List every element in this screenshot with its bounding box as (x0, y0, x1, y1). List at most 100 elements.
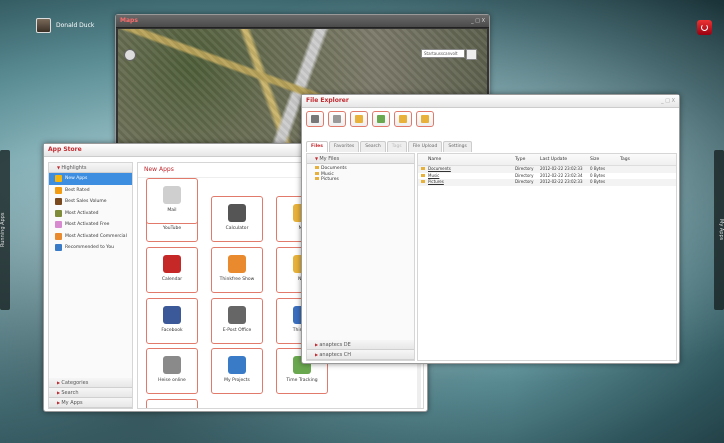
folder-upload-button[interactable] (394, 111, 412, 127)
highlights-header[interactable]: Highlights (49, 163, 132, 173)
tab-favorites[interactable]: Favorites (328, 141, 360, 152)
my-files-header[interactable]: My Files (307, 154, 414, 164)
app-label: Heise online (158, 378, 186, 383)
folder-icon (421, 180, 425, 183)
app-tile[interactable]: Facebook (146, 298, 198, 344)
app-tile[interactable] (146, 399, 198, 408)
folder-icon (315, 171, 319, 175)
app-icon (163, 186, 181, 204)
app-label: YouTube (162, 226, 182, 231)
tree-folder-label: Documents (321, 166, 347, 171)
upload-button[interactable] (372, 111, 390, 127)
categories-section[interactable]: Categories (49, 378, 132, 388)
folder-upload-icon (399, 115, 407, 123)
app-label: My Projects (224, 378, 250, 383)
highlight-item[interactable]: Best Rated (49, 185, 132, 197)
bag-icon (55, 232, 62, 240)
tab-settings[interactable]: Settings (443, 141, 472, 152)
tools-icon (311, 115, 319, 123)
puzzle-icon (55, 209, 62, 217)
maps-title: Maps (120, 17, 138, 24)
highlight-label: Best Rated (65, 187, 90, 193)
highlight-item[interactable]: Recommended to You (49, 242, 132, 254)
app-icon (228, 204, 246, 222)
app-tile[interactable]: Thinkfree Show (211, 247, 263, 293)
file-explorer-titlebar[interactable]: File Explorer _ □ X (302, 95, 679, 108)
upload-icon (377, 115, 385, 123)
my-apps-tab[interactable]: My Apps (714, 150, 724, 310)
my-apps-section[interactable]: My Apps (49, 398, 132, 408)
app-tile[interactable]: Calculator (211, 196, 263, 242)
app-label: Time Tracking (286, 378, 318, 383)
tree-folder[interactable]: Pictures (315, 177, 414, 183)
file-explorer-window[interactable]: File Explorer _ □ X Files Favorites Search… (301, 94, 680, 364)
column-name[interactable]: Name (428, 154, 515, 165)
clipboard-button[interactable] (350, 111, 368, 127)
app-icon (163, 356, 181, 374)
app-tile[interactable]: Heise online (146, 348, 198, 394)
file-size: 0 Bytes (590, 179, 606, 184)
app-label: Thinkfree Show (219, 277, 255, 282)
highlight-label: Most Activated Free (65, 222, 110, 228)
maps-titlebar[interactable]: Maps _ □ X (116, 15, 489, 28)
map-search-input[interactable]: Startausscanvolt (421, 49, 465, 58)
column-tags[interactable]: Tags (620, 154, 660, 165)
app-label: Calculator (225, 226, 249, 231)
file-toolbar (306, 111, 434, 129)
star-icon (55, 186, 62, 194)
folders-button[interactable] (416, 111, 434, 127)
column-type[interactable]: Type (515, 154, 540, 165)
user-badge[interactable]: Donald Duck (36, 18, 94, 33)
file-name-link[interactable]: Documents (428, 166, 451, 171)
app-tile[interactable]: My Projects (211, 348, 263, 394)
document-icon (333, 115, 341, 123)
tab-file-upload[interactable]: File Upload (407, 141, 443, 152)
highlight-item[interactable]: Most Activated (49, 208, 132, 220)
app-icon (163, 306, 181, 324)
anaptecs-ch-section[interactable]: anaptecs CH (307, 350, 414, 360)
column-last-update[interactable]: Last Update (540, 154, 590, 165)
tab-files[interactable]: Files (306, 141, 328, 152)
file-name-link[interactable]: Pictures (428, 179, 444, 184)
app-tile[interactable]: E-Post Office (211, 298, 263, 344)
file-name-link[interactable]: Music (428, 173, 439, 178)
tab-tags: Tags (386, 141, 407, 152)
file-table: Name Type Last Update Size Tags Document… (417, 153, 677, 361)
app-label: Calendar (161, 277, 183, 282)
highlight-label: Most Activated Commercial (65, 233, 127, 239)
anaptecs-de-section[interactable]: anaptecs DE (307, 340, 414, 350)
app-tile[interactable]: Calendar (146, 247, 198, 293)
map-layer-button[interactable] (466, 49, 477, 60)
folder-tree-panel: My Files DocumentsMusicPictures anaptecs… (306, 153, 415, 361)
document-button[interactable] (328, 111, 346, 127)
tools-button[interactable] (306, 111, 324, 127)
app-store-sidebar: Highlights New Apps Best Rated Best Sales … (48, 162, 133, 409)
file-updated: 2012-02-22 23:02:33 (540, 179, 583, 184)
column-size[interactable]: Size (590, 154, 620, 165)
folder-icon (421, 173, 425, 177)
file-explorer-title: File Explorer (306, 97, 349, 104)
running-apps-tab[interactable]: Running Apps (0, 150, 10, 310)
power-button[interactable] (697, 20, 712, 35)
brain-icon (55, 221, 62, 229)
highlight-item[interactable]: Best Sales Volume (49, 196, 132, 208)
tab-search[interactable]: Search (360, 141, 386, 152)
app-label: Facebook (161, 328, 183, 333)
globe-icon (55, 244, 62, 252)
map-pan-control[interactable] (124, 49, 136, 61)
highlight-item[interactable]: Most Activated Commercial (49, 231, 132, 243)
window-controls[interactable]: _ □ X (661, 95, 675, 107)
search-section[interactable]: Search (49, 388, 132, 398)
app-tile[interactable]: Mail (146, 178, 198, 224)
folder-tree: Documents Music Pictures (307, 164, 414, 183)
tree-folder-label: Music (321, 171, 334, 177)
folder-icon (315, 177, 319, 180)
clipboard-icon (355, 115, 363, 123)
folder-icon (421, 167, 425, 170)
highlight-item[interactable]: Most Activated Free (49, 219, 132, 231)
file-tabs: Files Favorites Search Tags File Upload Setti… (306, 141, 472, 152)
highlight-item[interactable]: New Apps (49, 173, 132, 185)
app-store-title: App Store (48, 146, 82, 153)
table-row[interactable]: Pictures Directory 2012-02-22 23:02:33 0 By… (418, 179, 676, 186)
window-controls[interactable]: _ □ X (471, 15, 485, 27)
